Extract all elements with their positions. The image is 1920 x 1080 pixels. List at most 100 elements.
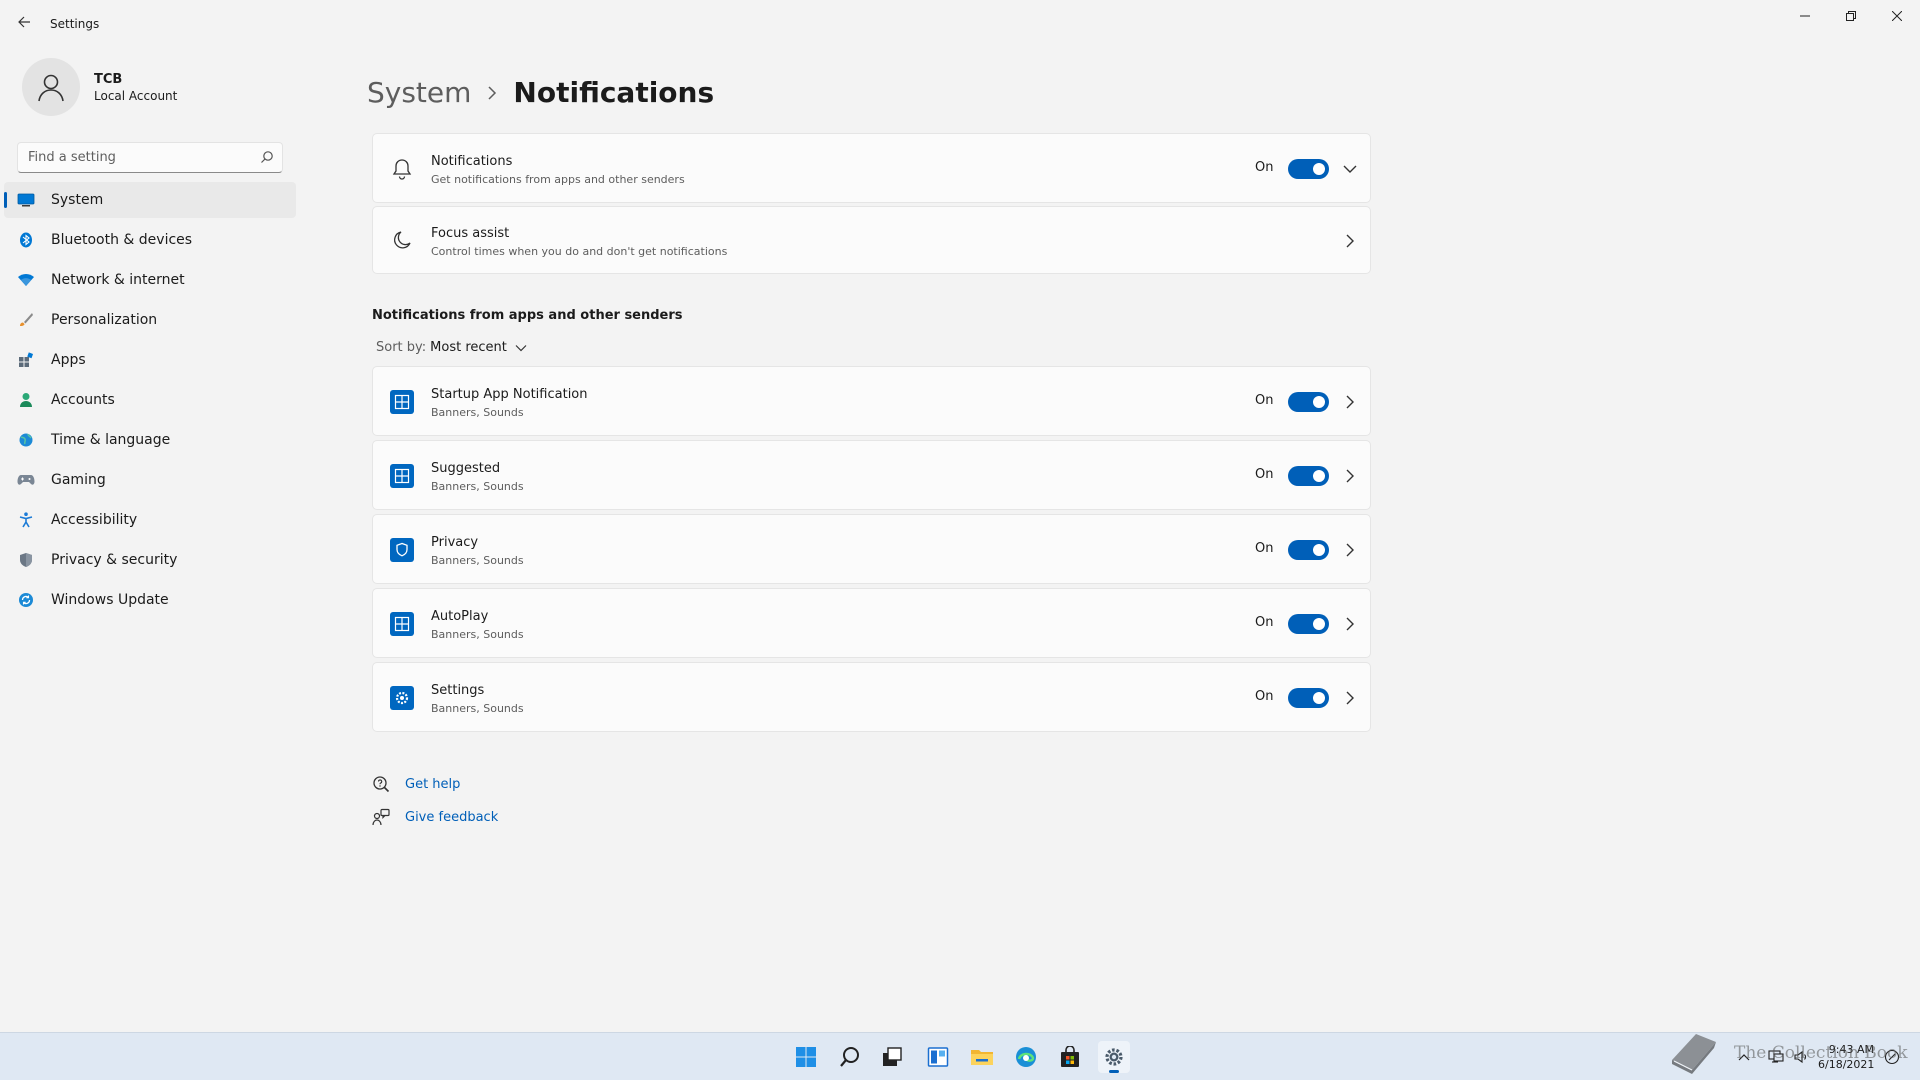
back-button[interactable] [12,10,36,34]
sender-state-label: On [1255,615,1274,630]
monitor-icon [16,190,36,210]
taskbar-search-button[interactable] [834,1041,866,1073]
sidebar-item-label: Windows Update [51,592,169,608]
book-icon [1672,1034,1716,1074]
app-tile-icon [389,389,415,415]
chevron-right-icon[interactable] [1342,616,1358,632]
sort-label: Sort by: [376,340,427,355]
sidebar-item-accounts[interactable]: Accounts [4,382,296,418]
task-view-icon [883,1047,902,1066]
sender-row-autoplay[interactable]: AutoPlay Banners, Sounds On [372,588,1371,658]
file-explorer-button[interactable] [966,1041,998,1073]
avatar [22,58,80,116]
apps-icon [16,350,36,370]
settings-app-button[interactable] [1098,1041,1130,1073]
notifications-setting-card[interactable]: Notifications Get notifications from app… [372,133,1371,203]
chevron-right-icon[interactable] [1342,542,1358,558]
sidebar-item-network[interactable]: Network & internet [4,262,296,298]
sender-detail: Banners, Sounds [431,628,524,641]
chevron-down-icon[interactable] [1342,161,1358,177]
sort-value: Most recent [430,340,507,355]
privacy-shield-icon [389,537,415,563]
sender-row-privacy[interactable]: Privacy Banners, Sounds On [372,514,1371,584]
watermark-text: The Collection Book [1734,1043,1908,1063]
sidebar-item-gaming[interactable]: Gaming [4,462,296,498]
section-title: Notifications from apps and other sender… [372,308,683,323]
sender-toggle[interactable] [1288,540,1329,560]
breadcrumb: System Notifications [367,76,714,109]
sidebar-item-personalization[interactable]: Personalization [4,302,296,338]
search-box [17,142,283,173]
sender-detail: Banners, Sounds [431,480,524,493]
sender-toggle[interactable] [1288,466,1329,486]
chevron-right-icon[interactable] [1342,690,1358,706]
search-icon [840,1047,859,1067]
sender-toggle[interactable] [1288,392,1329,412]
search-input[interactable] [18,143,248,172]
focus-assist-card[interactable]: Focus assist Control times when you do a… [372,206,1371,274]
get-help-link[interactable]: Get help [372,775,460,793]
breadcrumb-parent[interactable]: System [367,76,471,109]
close-button[interactable] [1874,0,1920,32]
sidebar-item-label: Apps [51,352,86,368]
focus-assist-title: Focus assist [431,226,510,241]
chevron-right-icon[interactable] [1342,468,1358,484]
minimize-button[interactable] [1782,0,1828,32]
task-view-button[interactable] [876,1041,908,1073]
sidebar-item-label: Accounts [51,392,115,408]
accessibility-icon [16,510,36,530]
settings-gear-icon [389,685,415,711]
widgets-icon [927,1047,949,1067]
wifi-icon [16,270,36,290]
sidebar-item-privacy-security[interactable]: Privacy & security [4,542,296,578]
brush-icon [16,310,36,330]
sort-dropdown[interactable]: Sort by: Most recent [376,340,527,355]
sender-row-startup-app-notification[interactable]: Startup App Notification Banners, Sounds… [372,366,1371,436]
sidebar-nav: System Bluetooth & devices Network & int… [4,182,296,622]
search-icon[interactable] [260,150,274,164]
minimize-icon [1800,15,1810,17]
gear-icon [1105,1048,1123,1066]
sender-name: Settings [431,683,485,698]
give-feedback-text[interactable]: Give feedback [405,810,498,825]
edge-browser-button[interactable] [1010,1041,1042,1073]
restore-button[interactable] [1828,0,1874,32]
sender-toggle[interactable] [1288,614,1329,634]
sidebar-item-label: Time & language [51,432,171,448]
give-feedback-link[interactable]: Give feedback [372,808,498,826]
person-avatar-icon [38,74,64,102]
sender-toggle[interactable] [1288,688,1329,708]
widgets-button[interactable] [922,1041,954,1073]
chevron-right-icon[interactable] [1342,233,1358,249]
sidebar-item-bluetooth[interactable]: Bluetooth & devices [4,222,296,258]
sidebar-item-windows-update[interactable]: Windows Update [4,582,296,618]
sidebar-item-time-language[interactable]: Time & language [4,422,296,458]
profile-account-type: Local Account [94,88,178,103]
sender-name: AutoPlay [431,609,489,624]
sender-row-suggested[interactable]: Suggested Banners, Sounds On [372,440,1371,510]
close-icon [1892,11,1902,21]
sender-row-settings[interactable]: Settings Banners, Sounds On [372,662,1371,732]
notifications-toggle[interactable] [1288,159,1329,179]
get-help-text[interactable]: Get help [405,777,460,792]
store-icon [1061,1046,1079,1067]
app-title: Settings [50,17,100,31]
user-profile[interactable]: TCB Local Account [22,58,177,116]
chevron-right-icon [487,85,497,100]
chevron-down-icon [515,344,527,352]
sidebar-item-label: Privacy & security [51,552,178,568]
sender-state-label: On [1255,541,1274,556]
start-button[interactable] [790,1041,822,1073]
sidebar-item-apps[interactable]: Apps [4,342,296,378]
page-title: Notifications [513,76,715,109]
sender-detail: Banners, Sounds [431,406,524,419]
globe-clock-icon [16,430,36,450]
store-button[interactable] [1054,1041,1086,1073]
sidebar-item-system[interactable]: System [4,182,296,218]
folder-icon [971,1050,993,1065]
moon-icon [389,228,415,254]
taskbar: 9:43 AM 6/18/2021 [0,1032,1920,1080]
sidebar-item-label: System [51,192,104,208]
sidebar-item-accessibility[interactable]: Accessibility [4,502,296,538]
chevron-right-icon[interactable] [1342,394,1358,410]
